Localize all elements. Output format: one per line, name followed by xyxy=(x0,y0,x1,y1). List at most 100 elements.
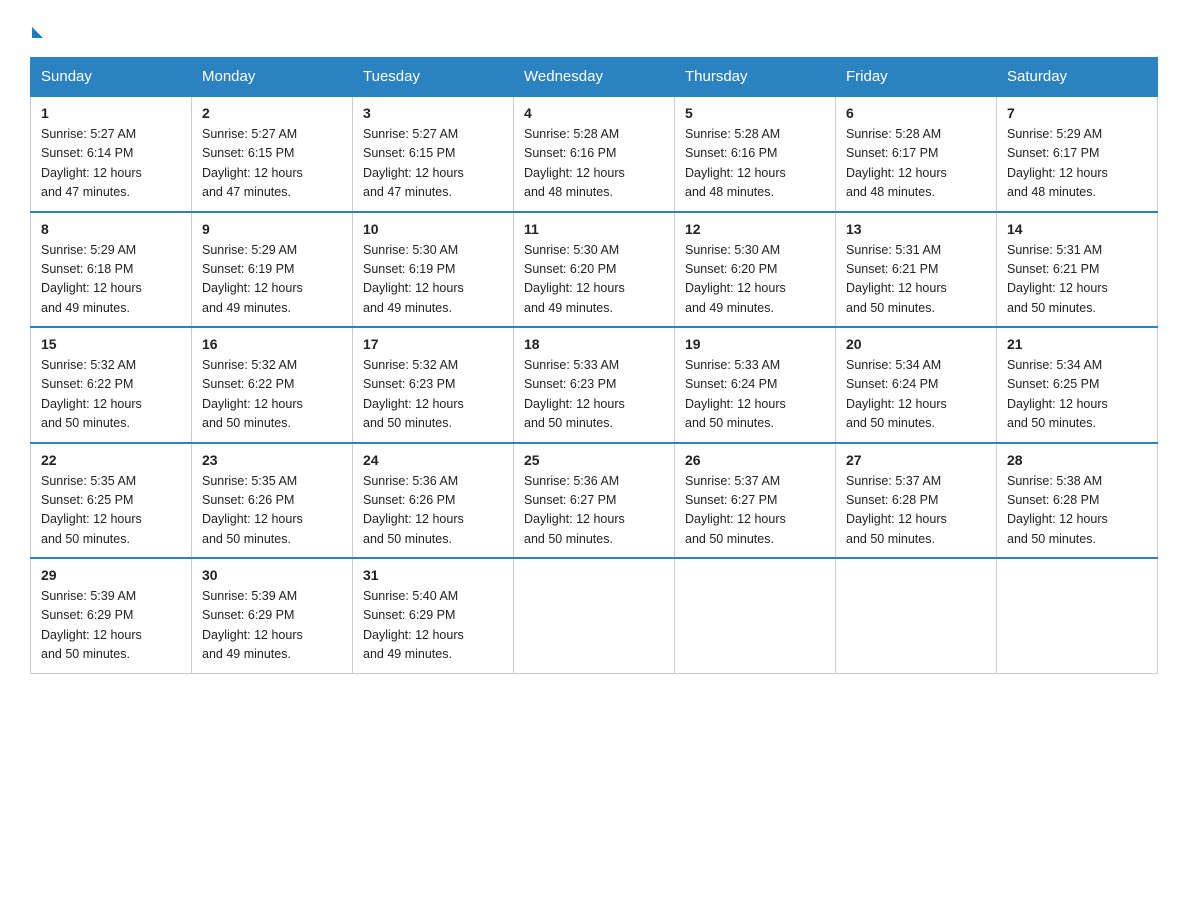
calendar-cell: 20 Sunrise: 5:34 AMSunset: 6:24 PMDaylig… xyxy=(836,327,997,443)
day-number: 22 xyxy=(41,452,181,468)
calendar-header-friday: Friday xyxy=(836,58,997,97)
day-number: 4 xyxy=(524,105,664,121)
day-info: Sunrise: 5:27 AMSunset: 6:15 PMDaylight:… xyxy=(363,125,503,203)
day-info: Sunrise: 5:40 AMSunset: 6:29 PMDaylight:… xyxy=(363,587,503,665)
day-info: Sunrise: 5:35 AMSunset: 6:25 PMDaylight:… xyxy=(41,472,181,550)
day-number: 28 xyxy=(1007,452,1147,468)
calendar-week-4: 22 Sunrise: 5:35 AMSunset: 6:25 PMDaylig… xyxy=(31,443,1158,559)
calendar-cell xyxy=(836,558,997,673)
calendar-cell: 7 Sunrise: 5:29 AMSunset: 6:17 PMDayligh… xyxy=(997,96,1158,212)
calendar-table: SundayMondayTuesdayWednesdayThursdayFrid… xyxy=(30,57,1158,674)
day-info: Sunrise: 5:27 AMSunset: 6:14 PMDaylight:… xyxy=(41,125,181,203)
calendar-cell: 9 Sunrise: 5:29 AMSunset: 6:19 PMDayligh… xyxy=(192,212,353,328)
day-info: Sunrise: 5:29 AMSunset: 6:18 PMDaylight:… xyxy=(41,241,181,319)
day-number: 31 xyxy=(363,567,503,583)
calendar-header-sunday: Sunday xyxy=(31,58,192,97)
calendar-cell: 15 Sunrise: 5:32 AMSunset: 6:22 PMDaylig… xyxy=(31,327,192,443)
day-info: Sunrise: 5:31 AMSunset: 6:21 PMDaylight:… xyxy=(846,241,986,319)
calendar-cell xyxy=(514,558,675,673)
calendar-cell: 23 Sunrise: 5:35 AMSunset: 6:26 PMDaylig… xyxy=(192,443,353,559)
calendar-cell: 21 Sunrise: 5:34 AMSunset: 6:25 PMDaylig… xyxy=(997,327,1158,443)
calendar-cell: 27 Sunrise: 5:37 AMSunset: 6:28 PMDaylig… xyxy=(836,443,997,559)
calendar-cell: 11 Sunrise: 5:30 AMSunset: 6:20 PMDaylig… xyxy=(514,212,675,328)
day-number: 21 xyxy=(1007,336,1147,352)
day-info: Sunrise: 5:36 AMSunset: 6:26 PMDaylight:… xyxy=(363,472,503,550)
calendar-header-row: SundayMondayTuesdayWednesdayThursdayFrid… xyxy=(31,58,1158,97)
day-number: 30 xyxy=(202,567,342,583)
day-number: 12 xyxy=(685,221,825,237)
calendar-week-5: 29 Sunrise: 5:39 AMSunset: 6:29 PMDaylig… xyxy=(31,558,1158,673)
day-info: Sunrise: 5:33 AMSunset: 6:23 PMDaylight:… xyxy=(524,356,664,434)
calendar-header-saturday: Saturday xyxy=(997,58,1158,97)
calendar-cell: 24 Sunrise: 5:36 AMSunset: 6:26 PMDaylig… xyxy=(353,443,514,559)
logo-triangle-icon xyxy=(32,27,43,38)
day-info: Sunrise: 5:30 AMSunset: 6:20 PMDaylight:… xyxy=(524,241,664,319)
day-number: 2 xyxy=(202,105,342,121)
calendar-cell: 19 Sunrise: 5:33 AMSunset: 6:24 PMDaylig… xyxy=(675,327,836,443)
day-info: Sunrise: 5:34 AMSunset: 6:25 PMDaylight:… xyxy=(1007,356,1147,434)
calendar-cell xyxy=(997,558,1158,673)
day-info: Sunrise: 5:30 AMSunset: 6:20 PMDaylight:… xyxy=(685,241,825,319)
day-number: 10 xyxy=(363,221,503,237)
day-info: Sunrise: 5:37 AMSunset: 6:28 PMDaylight:… xyxy=(846,472,986,550)
day-info: Sunrise: 5:39 AMSunset: 6:29 PMDaylight:… xyxy=(41,587,181,665)
day-number: 1 xyxy=(41,105,181,121)
day-number: 26 xyxy=(685,452,825,468)
day-number: 5 xyxy=(685,105,825,121)
page-header xyxy=(30,20,1158,41)
calendar-header-tuesday: Tuesday xyxy=(353,58,514,97)
day-info: Sunrise: 5:32 AMSunset: 6:23 PMDaylight:… xyxy=(363,356,503,434)
calendar-cell: 2 Sunrise: 5:27 AMSunset: 6:15 PMDayligh… xyxy=(192,96,353,212)
day-info: Sunrise: 5:37 AMSunset: 6:27 PMDaylight:… xyxy=(685,472,825,550)
day-info: Sunrise: 5:39 AMSunset: 6:29 PMDaylight:… xyxy=(202,587,342,665)
day-number: 15 xyxy=(41,336,181,352)
day-info: Sunrise: 5:29 AMSunset: 6:19 PMDaylight:… xyxy=(202,241,342,319)
day-info: Sunrise: 5:32 AMSunset: 6:22 PMDaylight:… xyxy=(202,356,342,434)
calendar-cell: 31 Sunrise: 5:40 AMSunset: 6:29 PMDaylig… xyxy=(353,558,514,673)
day-info: Sunrise: 5:38 AMSunset: 6:28 PMDaylight:… xyxy=(1007,472,1147,550)
day-number: 29 xyxy=(41,567,181,583)
day-number: 23 xyxy=(202,452,342,468)
logo xyxy=(30,30,43,41)
calendar-header-monday: Monday xyxy=(192,58,353,97)
day-number: 11 xyxy=(524,221,664,237)
calendar-cell: 28 Sunrise: 5:38 AMSunset: 6:28 PMDaylig… xyxy=(997,443,1158,559)
day-info: Sunrise: 5:31 AMSunset: 6:21 PMDaylight:… xyxy=(1007,241,1147,319)
calendar-cell: 3 Sunrise: 5:27 AMSunset: 6:15 PMDayligh… xyxy=(353,96,514,212)
day-info: Sunrise: 5:34 AMSunset: 6:24 PMDaylight:… xyxy=(846,356,986,434)
day-number: 7 xyxy=(1007,105,1147,121)
calendar-week-3: 15 Sunrise: 5:32 AMSunset: 6:22 PMDaylig… xyxy=(31,327,1158,443)
day-info: Sunrise: 5:28 AMSunset: 6:17 PMDaylight:… xyxy=(846,125,986,203)
calendar-cell: 17 Sunrise: 5:32 AMSunset: 6:23 PMDaylig… xyxy=(353,327,514,443)
day-number: 24 xyxy=(363,452,503,468)
day-info: Sunrise: 5:35 AMSunset: 6:26 PMDaylight:… xyxy=(202,472,342,550)
day-number: 18 xyxy=(524,336,664,352)
day-number: 19 xyxy=(685,336,825,352)
calendar-cell: 25 Sunrise: 5:36 AMSunset: 6:27 PMDaylig… xyxy=(514,443,675,559)
day-info: Sunrise: 5:30 AMSunset: 6:19 PMDaylight:… xyxy=(363,241,503,319)
day-number: 20 xyxy=(846,336,986,352)
calendar-week-2: 8 Sunrise: 5:29 AMSunset: 6:18 PMDayligh… xyxy=(31,212,1158,328)
calendar-cell: 5 Sunrise: 5:28 AMSunset: 6:16 PMDayligh… xyxy=(675,96,836,212)
day-number: 13 xyxy=(846,221,986,237)
day-info: Sunrise: 5:27 AMSunset: 6:15 PMDaylight:… xyxy=(202,125,342,203)
calendar-cell: 8 Sunrise: 5:29 AMSunset: 6:18 PMDayligh… xyxy=(31,212,192,328)
day-info: Sunrise: 5:32 AMSunset: 6:22 PMDaylight:… xyxy=(41,356,181,434)
day-number: 6 xyxy=(846,105,986,121)
day-number: 17 xyxy=(363,336,503,352)
day-number: 27 xyxy=(846,452,986,468)
calendar-header-wednesday: Wednesday xyxy=(514,58,675,97)
day-info: Sunrise: 5:33 AMSunset: 6:24 PMDaylight:… xyxy=(685,356,825,434)
day-info: Sunrise: 5:28 AMSunset: 6:16 PMDaylight:… xyxy=(685,125,825,203)
day-number: 16 xyxy=(202,336,342,352)
calendar-cell: 1 Sunrise: 5:27 AMSunset: 6:14 PMDayligh… xyxy=(31,96,192,212)
day-info: Sunrise: 5:29 AMSunset: 6:17 PMDaylight:… xyxy=(1007,125,1147,203)
calendar-week-1: 1 Sunrise: 5:27 AMSunset: 6:14 PMDayligh… xyxy=(31,96,1158,212)
day-number: 14 xyxy=(1007,221,1147,237)
calendar-cell: 22 Sunrise: 5:35 AMSunset: 6:25 PMDaylig… xyxy=(31,443,192,559)
calendar-cell: 12 Sunrise: 5:30 AMSunset: 6:20 PMDaylig… xyxy=(675,212,836,328)
calendar-header-thursday: Thursday xyxy=(675,58,836,97)
day-number: 8 xyxy=(41,221,181,237)
calendar-cell xyxy=(675,558,836,673)
day-number: 9 xyxy=(202,221,342,237)
